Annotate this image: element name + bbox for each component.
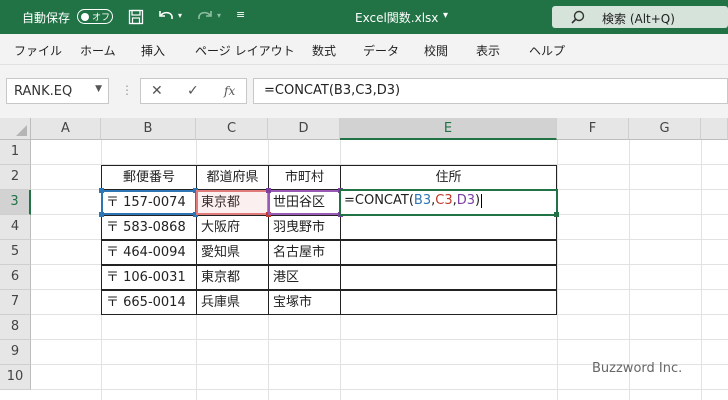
- menu-help[interactable]: ヘルプ: [529, 42, 565, 59]
- table-cell-city[interactable]: 宝塚市: [268, 290, 341, 315]
- row-header-7[interactable]: 7: [0, 290, 31, 315]
- table-cell-postal[interactable]: 〒 464-0094: [101, 240, 197, 265]
- file-name-caret-icon[interactable]: ▾: [443, 10, 448, 21]
- row-header-5[interactable]: 5: [0, 240, 31, 265]
- search-icon: [571, 10, 585, 24]
- cancel-entry-icon[interactable]: ✕: [151, 83, 163, 99]
- edit-ref-d3: D3: [456, 193, 476, 208]
- row-header-8[interactable]: 8: [0, 315, 31, 340]
- select-all-corner[interactable]: [0, 118, 31, 140]
- file-name[interactable]: Excel関数.xlsx: [355, 9, 438, 26]
- formula-buttons: ✕ ✓ fx: [140, 78, 247, 104]
- row-header-1[interactable]: 1: [0, 140, 31, 165]
- header-cell-postal[interactable]: 郵便番号: [101, 165, 197, 190]
- confirm-entry-icon[interactable]: ✓: [187, 83, 199, 99]
- menu-bar: ファイル ホーム 挿入 ページ レイアウト 数式 データ 校閲 表示 ヘルプ: [0, 34, 728, 65]
- col-header-b[interactable]: B: [101, 118, 196, 140]
- row-header-6[interactable]: 6: [0, 265, 31, 290]
- row-header-10[interactable]: 10: [0, 365, 31, 390]
- row-header-4[interactable]: 4: [0, 215, 31, 240]
- customize-toolbar-icon[interactable]: ≡: [236, 8, 245, 21]
- menu-insert[interactable]: 挿入: [141, 42, 165, 59]
- table-cell-address[interactable]: [340, 265, 557, 290]
- redo-icon[interactable]: [196, 9, 214, 25]
- autosave-state: オフ: [92, 13, 111, 23]
- formula-bar: RANK.EQ ▼ ⋮ ✕ ✓ fx =CONCAT(B3,C3,D3): [0, 65, 728, 118]
- active-cell-e3[interactable]: =CONCAT(B3,C3,D3): [339, 189, 558, 216]
- select-all-icon: [16, 125, 27, 136]
- gridline: [557, 140, 558, 400]
- header-cell-prefecture[interactable]: 都道府県: [196, 165, 269, 190]
- autosave-label: 自動保存: [22, 11, 71, 25]
- table-cell-prefecture[interactable]: 兵庫県: [196, 290, 269, 315]
- col-header-a[interactable]: A: [31, 118, 101, 140]
- table-cell-city[interactable]: 港区: [268, 265, 341, 290]
- watermark: Buzzword Inc.: [592, 361, 683, 376]
- table-cell-city[interactable]: 羽曳野市: [268, 215, 341, 240]
- ref-handle[interactable]: [99, 188, 104, 193]
- table-cell-address[interactable]: [340, 290, 557, 315]
- toggle-knob: [81, 12, 89, 21]
- table-cell-address[interactable]: [340, 240, 557, 265]
- col-header-e[interactable]: E: [340, 118, 557, 140]
- menu-data[interactable]: データ: [363, 42, 399, 59]
- menu-view[interactable]: 表示: [476, 42, 500, 59]
- col-header-d[interactable]: D: [268, 118, 340, 140]
- insert-function-icon[interactable]: fx: [224, 84, 235, 98]
- fill-handle[interactable]: [554, 212, 559, 217]
- row-header-2[interactable]: 2: [0, 165, 31, 190]
- header-cell-address[interactable]: 住所: [340, 165, 557, 190]
- name-box-dropdown-icon[interactable]: ▼: [95, 84, 102, 94]
- menu-formulas[interactable]: 数式: [312, 42, 336, 59]
- table-cell-prefecture[interactable]: 東京都: [196, 265, 269, 290]
- redo-dropdown-icon[interactable]: ▾: [217, 11, 221, 20]
- name-box-value: RANK.EQ: [14, 84, 73, 99]
- menu-page-layout[interactable]: ページ レイアウト: [195, 42, 295, 59]
- table-cell-postal[interactable]: 〒 583-0868: [101, 215, 197, 240]
- edit-ref-c3: C3: [435, 193, 453, 208]
- formula-input[interactable]: =CONCAT(B3,C3,D3): [253, 78, 728, 104]
- header-cell-city[interactable]: 市町村: [268, 165, 341, 190]
- row-header-9[interactable]: 9: [0, 340, 31, 365]
- ref-handle[interactable]: [99, 212, 104, 217]
- menu-file[interactable]: ファイル: [14, 42, 62, 59]
- text-cursor: [481, 193, 483, 208]
- formula-bar-grip-icon: ⋮: [121, 83, 133, 97]
- ref-handle[interactable]: [266, 188, 271, 193]
- undo-icon[interactable]: [157, 9, 175, 25]
- search-placeholder: 検索 (Alt+Q): [602, 12, 675, 26]
- worksheet-grid[interactable]: A B C D E F G 1 2 3 4 5 6 7 8 9 10 郵便番号 …: [0, 118, 728, 400]
- gridline: [701, 140, 702, 400]
- col-header-h[interactable]: [701, 118, 728, 140]
- gridline: [31, 339, 728, 340]
- table-cell-address[interactable]: [340, 215, 557, 240]
- row-header-3[interactable]: 3: [0, 190, 31, 215]
- edit-suffix: ): [475, 193, 481, 208]
- ref-highlight-d3: [268, 190, 341, 215]
- col-header-g[interactable]: G: [629, 118, 701, 140]
- edit-ref-b3: B3: [413, 193, 432, 208]
- ref-highlight-b3: [101, 190, 197, 215]
- ref-highlight-c3: [196, 190, 269, 215]
- formula-text: =CONCAT(B3,C3,D3): [264, 83, 401, 98]
- menu-review[interactable]: 校閲: [424, 42, 448, 59]
- table-cell-prefecture[interactable]: 愛知県: [196, 240, 269, 265]
- menu-home[interactable]: ホーム: [80, 42, 116, 59]
- table-cell-prefecture[interactable]: 大阪府: [196, 215, 269, 240]
- col-header-f[interactable]: F: [557, 118, 629, 140]
- autosave-toggle[interactable]: オフ: [77, 9, 113, 24]
- col-header-c[interactable]: C: [196, 118, 268, 140]
- name-box[interactable]: RANK.EQ ▼: [6, 78, 109, 104]
- undo-dropdown-icon[interactable]: ▾: [178, 11, 182, 20]
- search-box[interactable]: 検索 (Alt+Q): [552, 6, 728, 28]
- table-cell-postal[interactable]: 〒 106-0031: [101, 265, 197, 290]
- table-cell-city[interactable]: 名古屋市: [268, 240, 341, 265]
- edit-formula: =CONCAT(B3,C3,D3): [344, 193, 483, 208]
- edit-prefix: =CONCAT(: [344, 193, 414, 208]
- table-cell-postal[interactable]: 〒 665-0014: [101, 290, 197, 315]
- save-icon[interactable]: [128, 9, 144, 25]
- gridline: [31, 389, 728, 390]
- title-bar: 自動保存 オフ ▾ ▾ ≡ Excel関数.xlsx ▾ 検索 (Alt+Q): [0, 0, 728, 34]
